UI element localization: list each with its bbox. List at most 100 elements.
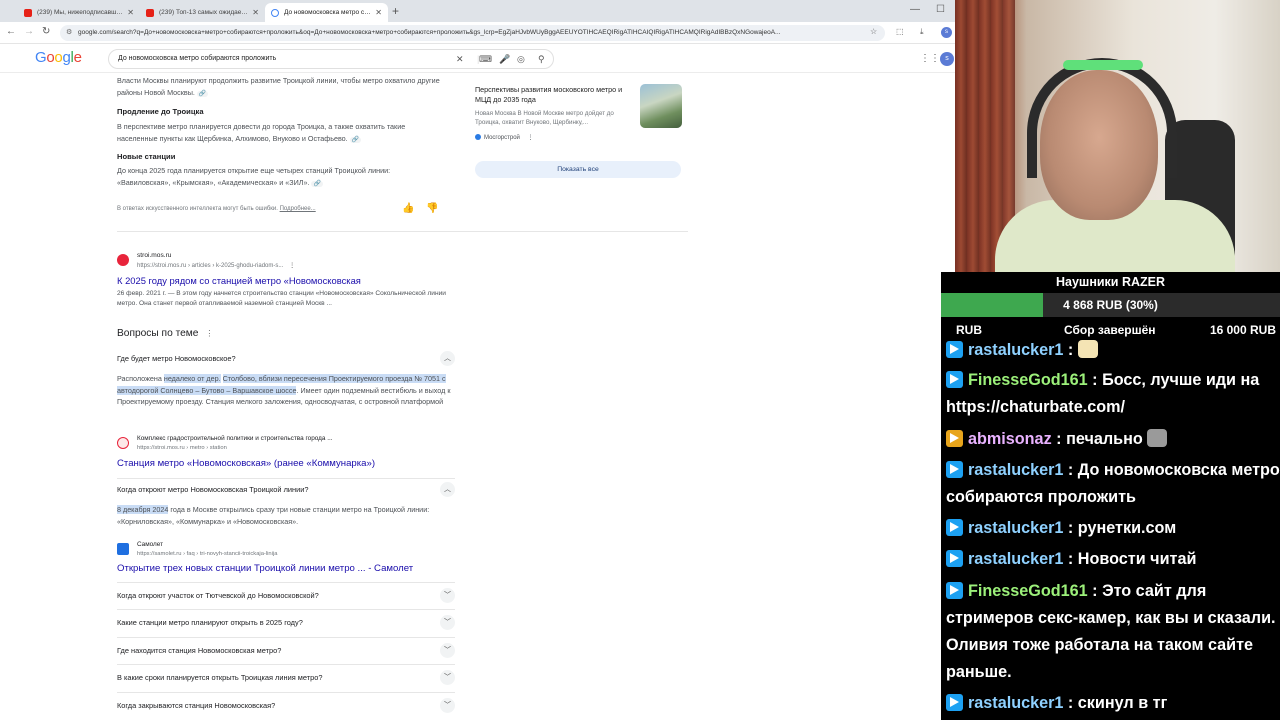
card-title: Перспективы развития московского метро и… [475,85,623,104]
ai-disclaimer: В ответах искусственного интеллекта могу… [117,206,316,212]
paa-question[interactable]: Где находится станция Новомосковская мет… [117,646,281,655]
emote-icon [1147,429,1168,447]
back-icon[interactable]: ← [6,26,16,37]
tab-title: (239) Мы, нижеподписавшиеся... [37,9,124,16]
paa-question[interactable]: Где будет метро Новомосковское? [117,354,236,363]
divider [117,231,688,232]
card-source: Мосгорстрой ⋮ [475,134,534,141]
webcam-feed [955,0,1280,272]
source-favicon-icon [117,543,129,555]
chat-username: FinesseGod161 [968,371,1088,389]
search-input[interactable]: До новомосковска метро собираются пролож… [118,55,276,62]
chevron-down-icon[interactable]: ﹀ [440,698,455,713]
broadcaster-badge-icon [946,461,963,478]
google-account-avatar[interactable]: s [940,52,954,66]
chat-message: rastalucker1 : [946,338,1280,364]
paa-question[interactable]: В какие сроки планируется открыть Троицк… [117,673,322,682]
reload-icon[interactable]: ↻ [42,26,50,37]
link-icon[interactable]: 🔗 [196,90,209,97]
microphone-icon[interactable]: 🎤 [499,54,510,65]
donation-title: Наушники RAZER [1055,275,1166,289]
result-title-link[interactable]: К 2025 году рядом со станцией метро «Нов… [117,275,361,286]
ai-section-title: Продление до Троицка [117,107,204,116]
maximize-icon[interactable]: ☐ [936,4,945,15]
source-favicon-icon [475,134,481,141]
link-icon[interactable]: 🔗 [311,180,323,187]
chevron-down-icon[interactable]: ﹀ [440,670,455,685]
chat-username: FinesseGod161 [968,582,1088,600]
chat-text: скинул в тг [1077,694,1168,712]
divider [117,582,455,583]
more-options-icon[interactable]: ⋮ [205,329,213,338]
chat-text: печально [1066,430,1143,448]
chat-message: abmisonaz : печально [946,426,1280,453]
source-path: https://samolet.ru › faq › tri-novyh-sta… [137,551,278,557]
chat-message: rastalucker1 : Новости читай [946,546,1280,573]
close-tab-icon[interactable]: ✕ [127,8,134,17]
ai-overview-paragraph: Власти Москвы планируют продолжить разви… [117,76,440,97]
chat-text: Новости читай [1077,550,1197,568]
close-tab-icon[interactable]: ✕ [375,8,382,17]
broadcaster-badge-icon [946,694,963,711]
address-bar-row: ← → ↻ ⚙ google.com/search?q=До+новомоско… [0,22,955,44]
paa-question[interactable]: Какие станции метро планируют открыть в … [117,618,303,627]
more-options-icon[interactable]: ⋮ [528,135,534,141]
youtube-icon [146,8,154,17]
chevron-down-icon[interactable]: ﹀ [440,643,455,658]
card-description: Новая Москва В Новой Москве метро дойдет… [475,110,614,126]
clear-icon[interactable]: ✕ [456,54,464,65]
new-tab-button[interactable]: + [392,4,399,18]
paa-question[interactable]: Когда закрываются станция Новомосковская… [117,701,275,710]
close-tab-icon[interactable]: ✕ [252,8,259,17]
extensions-icon[interactable]: ⬚ [896,27,904,36]
profile-avatar[interactable]: s [941,27,952,38]
answer-link[interactable]: Станция метро «Новомосковская» (ранее «К… [117,458,375,469]
chat-message: FinesseGod161 : Это сайт для стримеров с… [946,582,1276,681]
tab-youtube-2[interactable]: (239) Топ-13 самых ожидаем... ✕ [140,3,265,22]
divider [117,637,455,638]
source-favicon-icon [117,437,129,449]
broadcaster-badge-icon [946,519,963,536]
bookmark-star-icon[interactable]: ☆ [870,27,877,36]
divider [117,692,455,693]
apps-grid-icon[interactable]: ⋮⋮ [920,53,940,64]
chevron-down-icon[interactable]: ﹀ [440,588,455,603]
minimize-icon[interactable]: — [910,4,920,15]
donation-min-label: RUB [956,323,982,337]
forward-icon[interactable]: → [24,26,34,37]
chat-message: rastalucker1 : рунетки.сом [946,515,1280,542]
google-icon [271,8,279,17]
divider [117,478,455,479]
show-all-button[interactable]: Показать все [475,161,681,178]
tab-title: (239) Топ-13 самых ожидаем... [159,9,249,16]
tab-google-search[interactable]: До новомосковска метро соб... ✕ [265,3,388,22]
thumbs-down-icon[interactable]: 👎 [426,203,438,214]
card-thumbnail [640,84,682,128]
paa-question[interactable]: Когда откроют метро Новомосковская Троиц… [117,485,308,494]
url-input[interactable]: ⚙ google.com/search?q=До+новомосковска+м… [60,25,885,41]
search-icon[interactable]: ⚲ [538,54,545,65]
download-icon[interactable]: ⤓ [920,27,924,37]
chevron-up-icon[interactable]: ︿ [440,351,455,366]
google-header: Google До новомосковска метро собираются… [0,45,955,73]
more-options-icon[interactable]: ⋮ [289,263,295,269]
thumbs-up-icon[interactable]: 👍 [402,203,414,214]
link-icon[interactable]: 🔗 [349,136,362,143]
lens-icon[interactable]: ◎ [517,54,525,65]
tab-youtube-1[interactable]: (239) Мы, нижеподписавшиеся... ✕ [18,3,140,22]
chevron-up-icon[interactable]: ︿ [440,482,455,497]
source-name: Самолет [137,541,164,548]
headphones [1027,58,1177,178]
google-logo[interactable]: Google [35,49,82,66]
answer-link[interactable]: Открытие трех новых станции Троицкой лин… [117,563,413,574]
chevron-down-icon[interactable]: ﹀ [440,615,455,630]
divider [117,664,455,665]
paa-question[interactable]: Когда откроют участок от Тютчевской до Н… [117,591,319,600]
ai-section-text: В перспективе метро планируется довести … [117,122,406,143]
site-info-icon[interactable]: ⚙ [66,25,72,41]
keyboard-icon[interactable]: ⌨ [479,54,492,65]
search-box[interactable]: До новомосковска метро собираются пролож… [108,49,554,69]
donation-status: Сбор завершён [1064,323,1156,337]
learn-more-link[interactable]: Подробнее... [280,206,316,212]
emote-icon [1077,340,1098,358]
